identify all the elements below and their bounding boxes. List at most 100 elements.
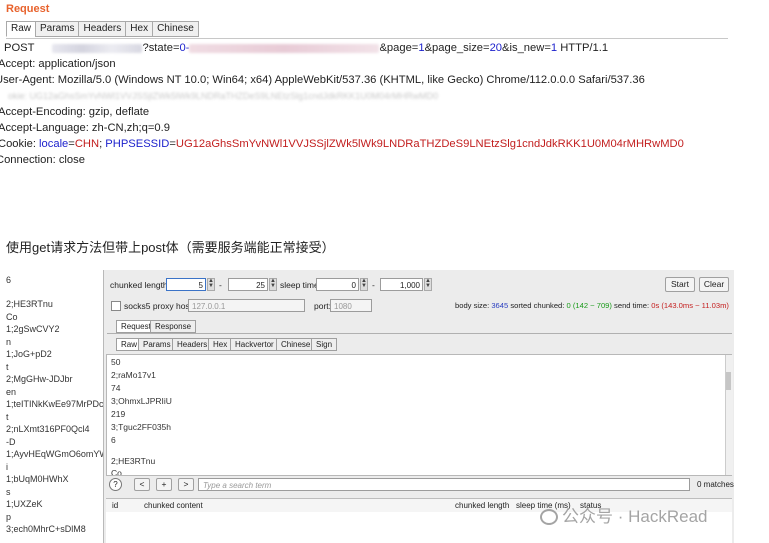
stats-line: body size: 3645 sorted chunked: 0 (142 ~… — [455, 301, 729, 310]
column-chunked-content[interactable]: chunked content — [144, 501, 203, 510]
article-caption: 使用get请求方法但带上post体（需要服务端能正常接受） — [6, 240, 335, 255]
tab-chinese[interactable]: Chinese — [152, 21, 199, 37]
header-cookie: Cookie: locale=CHN; PHPSESSID=UG12aGhsSm… — [0, 138, 684, 150]
next-match-button[interactable]: > — [178, 478, 194, 491]
cookie-key-locale: locale — [39, 138, 69, 150]
http-method: POST — [4, 42, 35, 54]
editor-line: 3;OhmxLJPRIiU — [111, 396, 172, 406]
editor-line: Co — [111, 468, 122, 476]
list-item: 2;HE3RTnu — [6, 299, 53, 309]
tab-hackvertor[interactable]: Hackvertor — [230, 338, 279, 351]
redacted-query — [189, 43, 380, 53]
list-item: t — [6, 362, 9, 372]
list-item: en — [6, 387, 17, 397]
send-time-label: send time: — [614, 301, 650, 310]
list-item: i — [6, 462, 8, 472]
column-chunked-length[interactable]: chunked length — [455, 501, 509, 510]
clear-button[interactable]: Clear — [699, 277, 729, 292]
sleep-time-label: sleep time — [280, 280, 319, 290]
tab-headers[interactable]: Headers — [78, 21, 127, 37]
tab-response[interactable]: Response — [150, 320, 197, 333]
body-size-label: body size: — [455, 301, 490, 310]
start-button[interactable]: Start — [665, 277, 695, 292]
list-item: 1;2gSwCVY2 — [6, 324, 60, 334]
help-icon[interactable]: ? — [109, 478, 122, 491]
sleep-min-input[interactable]: 0 — [316, 278, 359, 291]
list-item: Co — [6, 312, 18, 322]
range-dash: - — [372, 280, 375, 290]
divider — [6, 38, 728, 39]
list-item: 1;JoG+pD2 — [6, 349, 52, 359]
chunked-max-input[interactable]: 25 — [228, 278, 268, 291]
list-item: 1;bUqM0HWhX — [6, 474, 69, 484]
tab-headers[interactable]: Headers — [172, 338, 213, 351]
list-item: 2;nLXmt316PF0Qcl4 — [6, 424, 90, 434]
sorted-value: 0 (142 ~ 709) — [566, 301, 612, 310]
list-item: 2;MgGHw-JDJbr — [6, 374, 73, 384]
list-item: 1;teITINkKwEe97MrPDcP — [6, 399, 103, 409]
prev-match-button[interactable]: < — [134, 478, 150, 491]
cookie-label: Cookie: — [0, 138, 40, 150]
chunked-length-label: chunked length: — [110, 280, 171, 290]
add-match-button[interactable]: + — [156, 478, 172, 491]
chunked-min-stepper[interactable]: ▲ ▼ — [207, 278, 215, 291]
tab-raw[interactable]: Raw — [6, 21, 37, 37]
watermark: 公众号 · HackRead — [540, 502, 707, 527]
cookie-key-phpsessid: PHPSESSID — [105, 138, 170, 150]
match-count: 0 matches — [697, 480, 734, 489]
tab-params[interactable]: Params — [35, 21, 80, 37]
column-id[interactable]: id — [112, 501, 118, 510]
list-item: t — [6, 412, 9, 422]
obscured-line: okie: UG12aGhsSmYvNWl1VVJSSjlZWk5lWk9LND… — [8, 91, 439, 101]
range-dash: - — [219, 280, 222, 290]
header-user-agent: User-Agent: Mozilla/5.0 (Windows NT 10.0… — [0, 74, 645, 86]
request-line: POST ?state=0- &page=1&page_size=20&is_new… — [4, 40, 730, 56]
query-value-page-size: 20 — [489, 42, 503, 54]
editor-line: 219 — [111, 409, 126, 419]
list-item: n — [6, 337, 12, 347]
cookie-value-phpsessid: UG12aGhsSmYvNWl1VVJSSjlZWk5lWk9LNDRaTHZD… — [175, 138, 684, 150]
sleep-max-stepper[interactable]: ▲ ▼ — [424, 278, 432, 291]
query-param-is-new: &is_new= — [502, 42, 551, 54]
header-connection: Connection: close — [0, 154, 85, 166]
editor-line: 50 — [111, 357, 121, 367]
list-item: 1;UXZeK — [6, 499, 43, 509]
search-input[interactable]: Type a search term — [198, 478, 690, 491]
chunked-min-input[interactable]: 5 — [166, 278, 206, 291]
socks5-checkbox[interactable] — [111, 301, 121, 311]
list-item: s — [6, 487, 11, 497]
list-item: -D — [6, 437, 16, 447]
request-title: Request — [6, 3, 50, 15]
query-param-state: ?state= — [142, 42, 180, 54]
port-label: port: — [314, 301, 332, 311]
header-accept-language: Accept-Language: zh-CN,zh;q=0.9 — [0, 122, 170, 134]
header-accept: Accept: application/json — [0, 58, 116, 70]
chunked-max-stepper[interactable]: ▲ ▼ — [269, 278, 277, 291]
query-param-page-size: &page_size= — [424, 42, 490, 54]
http-version: HTTP/1.1 — [557, 42, 609, 54]
tab-params[interactable]: Params — [138, 338, 176, 351]
tab-hex[interactable]: Hex — [208, 338, 233, 351]
query-param-page: &page= — [379, 42, 419, 54]
watermark-text: 公众号 · HackRead — [562, 507, 708, 526]
port-input[interactable]: 1080 — [330, 299, 372, 312]
chunked-preview-pane: 6 2;HE3RTnu Co 1;2gSwCVY2 n 1;JoG+pD2 t … — [0, 270, 103, 543]
scrollbar-thumb[interactable] — [726, 372, 731, 390]
list-item: 1;AyvHEqWGmO6omYW — [6, 449, 103, 459]
editor-line: 2;raMo17v1 — [111, 370, 156, 380]
tab-hex[interactable]: Hex — [125, 21, 154, 37]
list-item: p — [6, 512, 12, 522]
sleep-max-input[interactable]: 1,000 — [380, 278, 423, 291]
list-item: 6 — [6, 275, 12, 285]
tab-chinese[interactable]: Chinese — [276, 338, 316, 351]
editor-line: 74 — [111, 383, 121, 393]
sorted-label: sorted chunked: — [510, 301, 565, 310]
tab-sign[interactable]: Sign — [311, 338, 338, 351]
socks5-host-input[interactable]: 127.0.0.1 — [188, 299, 305, 312]
request-raw-body[interactable]: POST ?state=0- &page=1&page_size=20&is_new… — [0, 40, 730, 168]
socks5-label: socks5 proxy host: — [124, 301, 195, 311]
sleep-min-stepper[interactable]: ▲ ▼ — [360, 278, 368, 291]
header-accept-encoding: Accept-Encoding: gzip, deflate — [0, 106, 150, 118]
chunked-body-editor[interactable]: 50 2;raMo17v1 74 3;OhmxLJPRIiU 219 3;Tgu… — [106, 354, 732, 476]
cookie-value-locale: CHN — [74, 138, 100, 150]
